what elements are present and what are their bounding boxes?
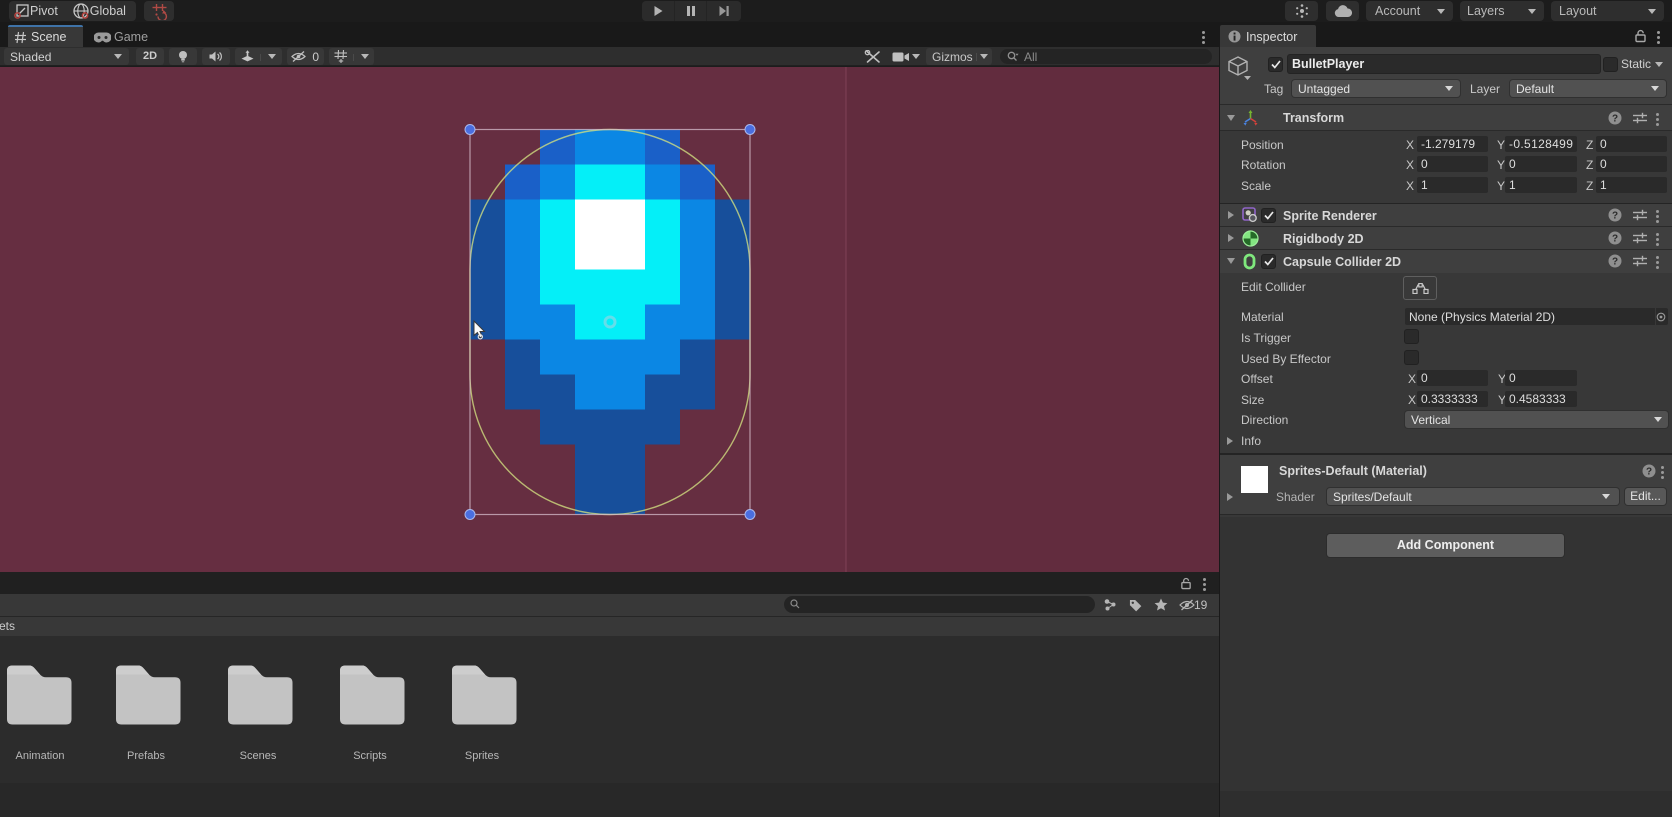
- svg-text:?: ?: [1612, 234, 1618, 245]
- svg-text:?: ?: [1612, 114, 1618, 125]
- svg-text:?: ?: [1646, 467, 1652, 478]
- svg-text:?: ?: [1612, 257, 1618, 268]
- svg-text:?: ?: [1612, 211, 1618, 222]
